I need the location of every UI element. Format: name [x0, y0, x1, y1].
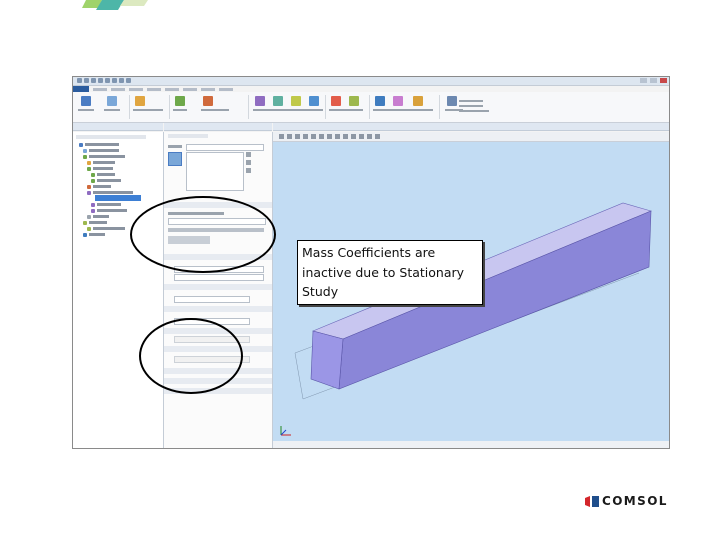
block-end-face [310, 330, 344, 390]
select-plot-group-button[interactable] [375, 96, 385, 106]
mass-coefficient-highlight-ellipse [139, 318, 243, 394]
model-builder-header [73, 123, 163, 131]
comsol-logo-text: COMSOL [602, 494, 668, 508]
definitions-button[interactable] [135, 96, 145, 106]
add-plot-group-button[interactable] [393, 96, 403, 106]
parameters-button[interactable] [107, 96, 117, 106]
ribbon-tab[interactable] [147, 88, 161, 91]
compute-button[interactable] [331, 96, 341, 106]
selected-tree-node[interactable] [95, 195, 141, 201]
geometry-button[interactable] [175, 96, 185, 106]
status-bar [273, 441, 669, 448]
ribbon-tab[interactable] [93, 88, 107, 91]
graphics-axis-triad-icon [280, 426, 291, 436]
study-button[interactable] [349, 96, 359, 106]
selection-list[interactable] [186, 152, 244, 191]
compute-results-button[interactable] [413, 96, 423, 106]
comsol-logo: COMSOL [585, 494, 668, 508]
decorative-top-graphic [68, 0, 164, 12]
selection-dropdown[interactable] [186, 144, 264, 151]
window-controls [640, 78, 667, 83]
equation-highlight-ellipse [130, 196, 276, 273]
settings-header [164, 123, 272, 131]
ribbon-tab[interactable] [111, 88, 125, 91]
ribbon-toolbar [73, 92, 669, 123]
mesh-button[interactable] [309, 96, 319, 106]
selection-list-icon [168, 152, 182, 166]
ribbon-tab[interactable] [201, 88, 215, 91]
ribbon-tab[interactable] [219, 88, 233, 91]
graphics-header [273, 123, 669, 131]
maximize-button[interactable] [650, 78, 657, 83]
annotation-callout: Mass Coefficients are inactive due to St… [297, 240, 483, 305]
variable-type-dropdown[interactable] [174, 274, 264, 281]
model-builder-panel [73, 132, 164, 448]
settings-panel [164, 132, 273, 448]
physics-button[interactable] [255, 96, 265, 106]
ribbon-tab[interactable] [183, 88, 197, 91]
minimize-button[interactable] [640, 78, 647, 83]
add-physics-button[interactable] [273, 96, 283, 106]
ribbon-tab[interactable] [129, 88, 143, 91]
model-builder-toolbar [76, 135, 146, 139]
materials-button[interactable] [203, 96, 213, 106]
ribbon-tab[interactable] [165, 88, 179, 91]
component-button[interactable] [81, 96, 91, 106]
quick-access-toolbar [77, 78, 131, 83]
window-title-bar [73, 77, 669, 86]
diffusion-coefficient-field[interactable] [174, 296, 250, 303]
ribbon-tabs [93, 86, 233, 91]
close-button[interactable] [660, 78, 667, 83]
layout-button[interactable] [447, 96, 457, 106]
build-mesh-button[interactable] [291, 96, 301, 106]
comsol-logo-icon [585, 495, 599, 507]
